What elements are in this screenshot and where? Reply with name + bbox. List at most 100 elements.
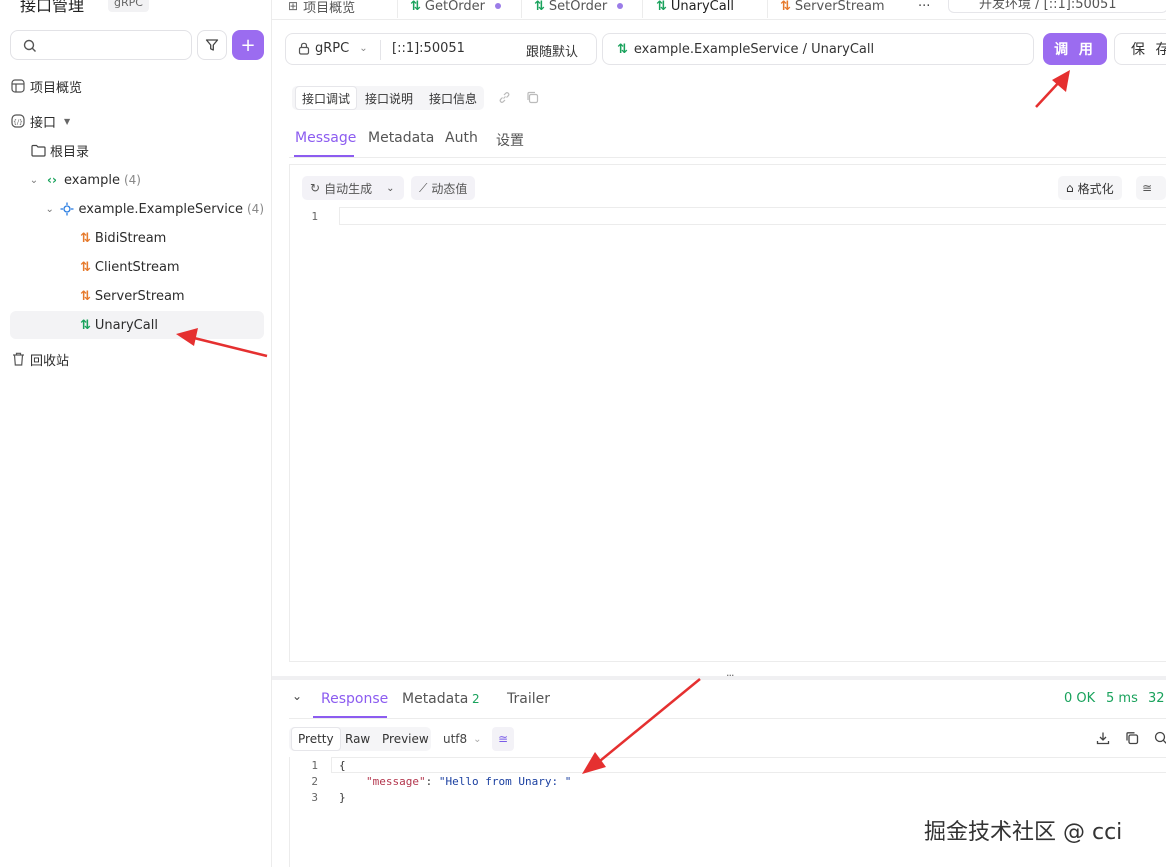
search-input[interactable] — [10, 30, 192, 60]
chevron-down-icon: ⌄ — [292, 689, 303, 703]
response-time: 5 ms — [1106, 691, 1138, 706]
encoding-label: utf8 — [443, 732, 468, 746]
chevron-down-icon: ⌄ — [45, 203, 54, 215]
tab-trailer[interactable]: Trailer — [507, 691, 550, 707]
watermark: 掘金技术社区 @ cci — [924, 820, 1123, 845]
sidebar-item-trash[interactable]: 回收站 — [10, 345, 264, 373]
sidebar-item-label: 接口 — [30, 115, 57, 131]
wrap-toggle-button[interactable]: ≅ — [492, 727, 515, 751]
format-raw[interactable]: Raw — [339, 727, 376, 751]
dynamic-value-button[interactable]: ⟋ 动态值 — [411, 176, 476, 200]
collapse-response-button[interactable]: ⌄ — [292, 689, 302, 703]
format-preview[interactable]: Preview — [376, 727, 435, 751]
method-label: gRPC — [315, 41, 350, 56]
server-stream-icon: ⇅ — [780, 0, 791, 14]
unsaved-dot — [617, 3, 624, 9]
copy-icon[interactable] — [526, 91, 539, 104]
tab-settings[interactable]: 设置 — [496, 130, 524, 150]
filter-icon — [205, 39, 219, 51]
tab-label: ServerStream — [794, 0, 885, 14]
download-icon[interactable] — [1096, 731, 1110, 745]
env-follow-select[interactable]: 跟随默认 — [526, 41, 578, 60]
api-icon: {/} — [10, 113, 26, 129]
link-icon[interactable] — [498, 91, 511, 104]
save-button[interactable]: 保 存 — [1114, 33, 1166, 65]
tab-label: SetOrder — [548, 0, 608, 14]
host-input[interactable]: [::1]:50051 — [392, 41, 465, 56]
environment-label: 开发环境 / [::1]:50051 — [979, 0, 1117, 12]
format-pretty[interactable]: Pretty — [291, 727, 341, 751]
method-select[interactable]: gRPC ⌄ — [298, 41, 368, 56]
tree-package-label: example — [64, 172, 120, 188]
refresh-icon: ↻ — [310, 181, 321, 195]
tree-package[interactable]: ⌄ ‹› example (4) — [10, 166, 264, 194]
tree-method-label: UnaryCall — [94, 317, 158, 333]
copy-icon[interactable] — [1125, 731, 1139, 745]
tab-message[interactable]: Message — [295, 130, 356, 146]
response-body[interactable] — [289, 757, 1166, 867]
tab-label: UnaryCall — [670, 0, 734, 14]
sidebar-title: 接口管理 — [20, 0, 85, 15]
invoke-button[interactable]: 调 用 — [1043, 33, 1107, 65]
auto-generate-label: 自动生成 — [324, 181, 373, 196]
tree-method-label: BidiStream — [94, 230, 167, 246]
tab-response-metadata[interactable]: Metadata — [402, 691, 468, 707]
annotation-arrow — [1035, 70, 1070, 108]
drag-handle-icon[interactable]: ··· — [726, 669, 734, 682]
panel-splitter[interactable] — [272, 676, 1166, 680]
auto-generate-button[interactable]: ↻ 自动生成 ⌄ — [302, 176, 404, 200]
json-open-brace: { — [339, 759, 346, 772]
trash-icon — [10, 351, 26, 367]
editor-active-line — [339, 207, 1166, 225]
tab-getorder[interactable]: ⇅ GetOrder — [410, 0, 502, 19]
add-button[interactable]: + — [232, 30, 264, 60]
tab-serverstream[interactable]: ⇅ ServerStream — [780, 0, 885, 19]
tree-service-count: (4) — [247, 202, 264, 216]
sidebar-item-overview[interactable]: 项目概览 — [10, 72, 264, 100]
unary-call-icon: ⇅ — [656, 0, 667, 14]
client-stream-icon: ⇅ — [80, 259, 91, 275]
overview-icon — [10, 78, 26, 94]
tree-root-label: 根目录 — [50, 144, 90, 160]
tab-setorder[interactable]: ⇅ SetOrder — [534, 0, 624, 19]
sidebar-item-label: 回收站 — [30, 353, 70, 369]
json-close-brace: } — [339, 791, 346, 804]
tab-metadata[interactable]: Metadata — [368, 130, 434, 146]
sidebar-item-api[interactable]: {/} 接口 ▼ — [10, 107, 264, 135]
format-icon: ⌂ — [1066, 181, 1074, 195]
tree-method-unarycall[interactable]: ⇅ UnaryCall — [10, 311, 264, 339]
magic-wand-icon: ⟋ — [419, 180, 428, 195]
tabs-more-button[interactable]: ··· — [918, 0, 930, 19]
subtab-info[interactable]: 接口信息 — [423, 86, 483, 110]
tab-overview[interactable]: ⊞ 项目概览 — [288, 0, 355, 19]
tab-label: 项目概览 — [303, 0, 356, 16]
chevron-down-icon: ⌄ — [473, 733, 482, 745]
chevron-down-icon: ⌄ — [386, 182, 395, 194]
tree-package-count: (4) — [123, 173, 141, 187]
unary-call-icon: ⇅ — [534, 0, 545, 14]
wrap-toggle-button[interactable]: ≅ — [1136, 176, 1166, 200]
tree-method-serverstream[interactable]: ⇅ ServerStream — [10, 282, 264, 310]
svg-text:{/}: {/} — [13, 119, 23, 126]
tab-auth[interactable]: Auth — [445, 130, 478, 146]
tree-method-bidistream[interactable]: ⇅ BidiStream — [10, 224, 264, 252]
search-icon — [23, 39, 36, 52]
tree-root-folder[interactable]: 根目录 — [10, 136, 264, 164]
more-icon: ··· — [918, 0, 931, 14]
chevron-down-icon: ⌄ — [29, 174, 39, 186]
subtab-docs[interactable]: 接口说明 — [359, 86, 419, 110]
tab-unarycall[interactable]: ⇅ UnaryCall — [656, 0, 734, 19]
filter-button[interactable] — [197, 30, 227, 60]
environment-select[interactable]: 开发环境 / [::1]:50051 — [948, 0, 1166, 13]
tab-response[interactable]: Response — [321, 691, 388, 707]
format-button[interactable]: ⌂ 格式化 — [1058, 176, 1122, 200]
folder-icon — [30, 142, 46, 158]
search-icon[interactable] — [1154, 731, 1166, 745]
tree-service[interactable]: ⌄ example.ExampleService (4) — [10, 195, 264, 223]
tree-method-clientstream[interactable]: ⇅ ClientStream — [10, 253, 264, 281]
encoding-select[interactable]: utf8 ⌄ — [437, 727, 488, 751]
json-key: "message" — [366, 775, 426, 788]
subtab-debug[interactable]: 接口调试 — [295, 86, 358, 110]
service-path-input[interactable]: ⇅ example.ExampleService / UnaryCall — [602, 33, 1034, 65]
message-editor[interactable] — [289, 164, 1166, 662]
